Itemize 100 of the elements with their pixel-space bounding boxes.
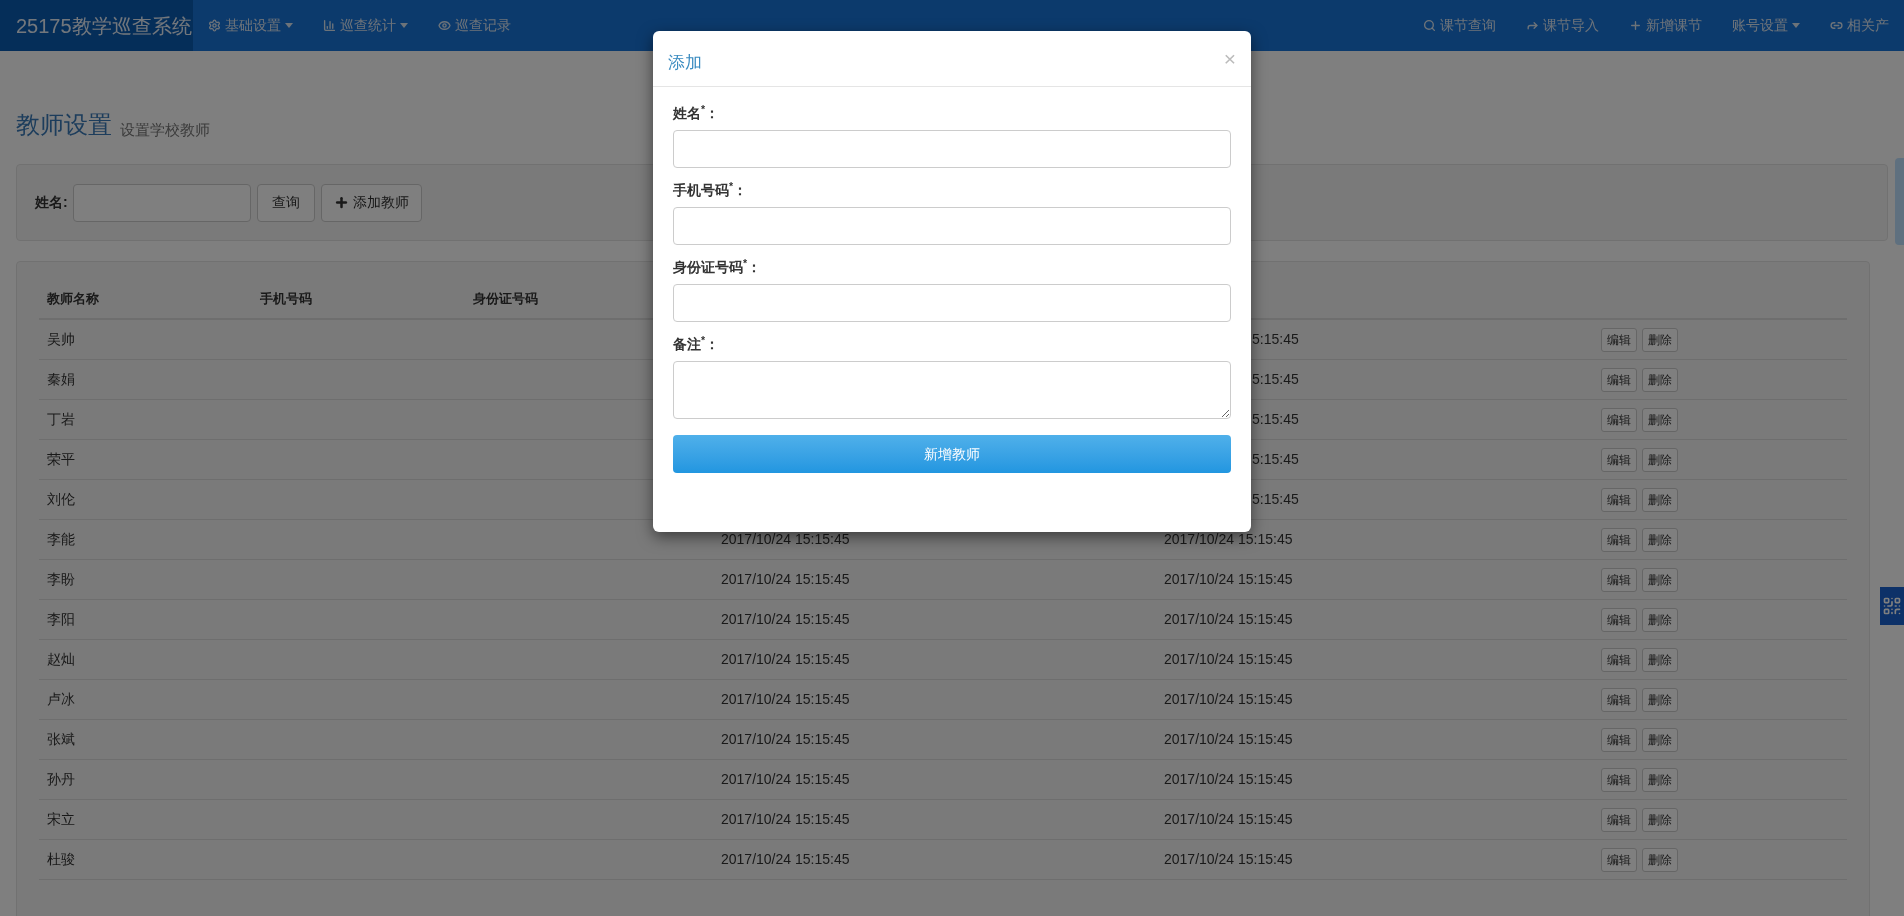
text-field[interactable] — [673, 207, 1231, 245]
table-cell: 李盼 — [47, 571, 75, 587]
edit-button[interactable]: 编辑 — [1601, 447, 1637, 472]
forward-arrow-icon — [1526, 19, 1539, 32]
notes-field[interactable] — [673, 361, 1231, 419]
add-teacher-submit-button[interactable]: 新增教师 — [673, 435, 1231, 473]
edit-button[interactable]: 编辑 — [1601, 487, 1637, 512]
table-cell-text: 2017/10/24 15:15:45 — [720, 651, 850, 667]
table-cell: 秦娟 — [47, 371, 75, 387]
table-cell-text: 5:15:45 — [1251, 411, 1299, 427]
table-cell: 孙丹 — [47, 771, 75, 787]
delete-button[interactable]: 删除 — [1642, 847, 1678, 872]
gear-icon — [208, 19, 221, 32]
table-cell-text: 2017/10/24 15:15:45 — [720, 851, 850, 867]
bar-chart-icon — [323, 19, 336, 32]
text-field[interactable] — [673, 284, 1231, 322]
table-cell-text: 5:15:45 — [1251, 491, 1299, 507]
table-cell-text: 2017/10/24 15:15:45 — [1163, 531, 1293, 547]
page-subtitle: 设置学校教师 — [120, 122, 210, 137]
add-teacher-button[interactable]: 添加教师 — [320, 183, 422, 222]
table-cell: 宋立 — [47, 811, 75, 827]
caret-icon — [1792, 23, 1800, 28]
delete-button[interactable]: 删除 — [1642, 767, 1678, 792]
nav-link[interactable]: 新增课节 — [1614, 0, 1717, 51]
query-button[interactable]: 查询 — [256, 183, 315, 222]
table-cell-text: 2017/10/24 15:15:45 — [720, 811, 850, 827]
field-label: 身份证号码$^{*}$： — [673, 257, 763, 277]
edit-button[interactable]: 编辑 — [1601, 567, 1637, 592]
qr-code-icon — [1882, 596, 1902, 616]
edit-button[interactable]: 编辑 — [1601, 727, 1637, 752]
column-header: 身份证号码 — [472, 290, 539, 309]
edit-button[interactable]: 编辑 — [1601, 767, 1637, 792]
plus-icon — [1629, 19, 1642, 32]
table-cell: 刘伦 — [47, 491, 75, 507]
nav-link[interactable]: 账号设置 — [1717, 0, 1815, 51]
modal-title: 添加 — [668, 51, 702, 74]
nav-link[interactable]: 巡查记录 — [423, 0, 526, 51]
nav-link[interactable]: 基础设置 — [193, 0, 308, 51]
delete-button[interactable]: 删除 — [1642, 367, 1678, 392]
edit-button[interactable]: 编辑 — [1601, 847, 1637, 872]
eye-icon — [438, 19, 451, 32]
table-cell: 吴帅 — [47, 331, 75, 347]
text-field[interactable] — [673, 130, 1231, 168]
table-cell: 李能 — [47, 531, 75, 547]
edit-button[interactable]: 编辑 — [1601, 647, 1637, 672]
delete-button[interactable]: 删除 — [1642, 647, 1678, 672]
nav-link[interactable]: 巡查统计 — [308, 0, 423, 51]
table-cell-text: 2017/10/24 15:15:45 — [1163, 811, 1293, 827]
nav-link[interactable]: 课节导入 — [1511, 0, 1614, 51]
table-cell-text: 2017/10/24 15:15:45 — [1163, 691, 1293, 707]
name-search-field[interactable] — [72, 183, 251, 222]
plus-icon — [333, 195, 349, 210]
edit-button[interactable]: 编辑 — [1601, 807, 1637, 832]
table-cell: 丁岩 — [47, 411, 75, 427]
edit-button[interactable]: 编辑 — [1601, 407, 1637, 432]
delete-button[interactable]: 删除 — [1642, 607, 1678, 632]
table-cell-text: 5:15:45 — [1251, 331, 1299, 347]
search-icon — [1423, 19, 1436, 32]
delete-button[interactable]: 删除 — [1642, 567, 1678, 592]
table-cell-text: 2017/10/24 15:15:45 — [720, 771, 850, 787]
nav-link[interactable]: 课节查询 — [1408, 0, 1511, 51]
table-cell-text: 2017/10/24 15:15:45 — [1163, 731, 1293, 747]
link-icon — [1830, 19, 1843, 32]
table-cell: 赵灿 — [47, 651, 75, 667]
delete-button[interactable]: 删除 — [1642, 407, 1678, 432]
edit-button[interactable]: 编辑 — [1601, 327, 1637, 352]
delete-button[interactable]: 删除 — [1642, 527, 1678, 552]
search-label: 姓名: — [35, 193, 68, 212]
nav-link[interactable]: 相关产 — [1815, 0, 1904, 51]
delete-button[interactable]: 删除 — [1642, 447, 1678, 472]
edit-button[interactable]: 编辑 — [1601, 527, 1637, 552]
edit-button[interactable]: 编辑 — [1601, 607, 1637, 632]
table-cell-text: 2017/10/24 15:15:45 — [1163, 651, 1293, 667]
edit-button[interactable]: 编辑 — [1601, 367, 1637, 392]
page-title: 教师设置 — [16, 113, 112, 137]
column-header: 教师名称 — [46, 290, 100, 309]
table-cell-text: 2017/10/24 15:15:45 — [1163, 771, 1293, 787]
table-cell: 杜骏 — [47, 851, 75, 867]
brand[interactable]: 25175教学巡查系统 — [0, 0, 193, 51]
field-label: 姓名$^{*}$： — [673, 103, 721, 123]
side-tab[interactable] — [1895, 158, 1904, 245]
field-label: 手机号码$^{*}$： — [673, 180, 749, 200]
column-header: 手机号码 — [259, 290, 313, 309]
delete-button[interactable]: 删除 — [1642, 807, 1678, 832]
qr-code-button[interactable] — [1880, 587, 1904, 625]
delete-button[interactable]: 删除 — [1642, 687, 1678, 712]
table-cell-text: 2017/10/24 15:15:45 — [720, 611, 850, 627]
table-cell-text: 2017/10/24 15:15:45 — [1163, 571, 1293, 587]
table-cell-text: 5:15:45 — [1251, 451, 1299, 467]
delete-button[interactable]: 删除 — [1642, 727, 1678, 752]
table-cell: 荣平 — [47, 451, 75, 467]
table-cell-text: 2017/10/24 15:15:45 — [720, 571, 850, 587]
edit-button[interactable]: 编辑 — [1601, 687, 1637, 712]
table-cell-text: 2017/10/24 15:15:45 — [1163, 851, 1293, 867]
caret-icon — [400, 23, 408, 28]
table-cell-text: 2017/10/24 15:15:45 — [720, 731, 850, 747]
table-cell-text: 2017/10/24 15:15:45 — [720, 691, 850, 707]
delete-button[interactable]: 删除 — [1642, 487, 1678, 512]
field-label: 备注$^{*}$： — [673, 334, 721, 354]
delete-button[interactable]: 删除 — [1642, 327, 1678, 352]
